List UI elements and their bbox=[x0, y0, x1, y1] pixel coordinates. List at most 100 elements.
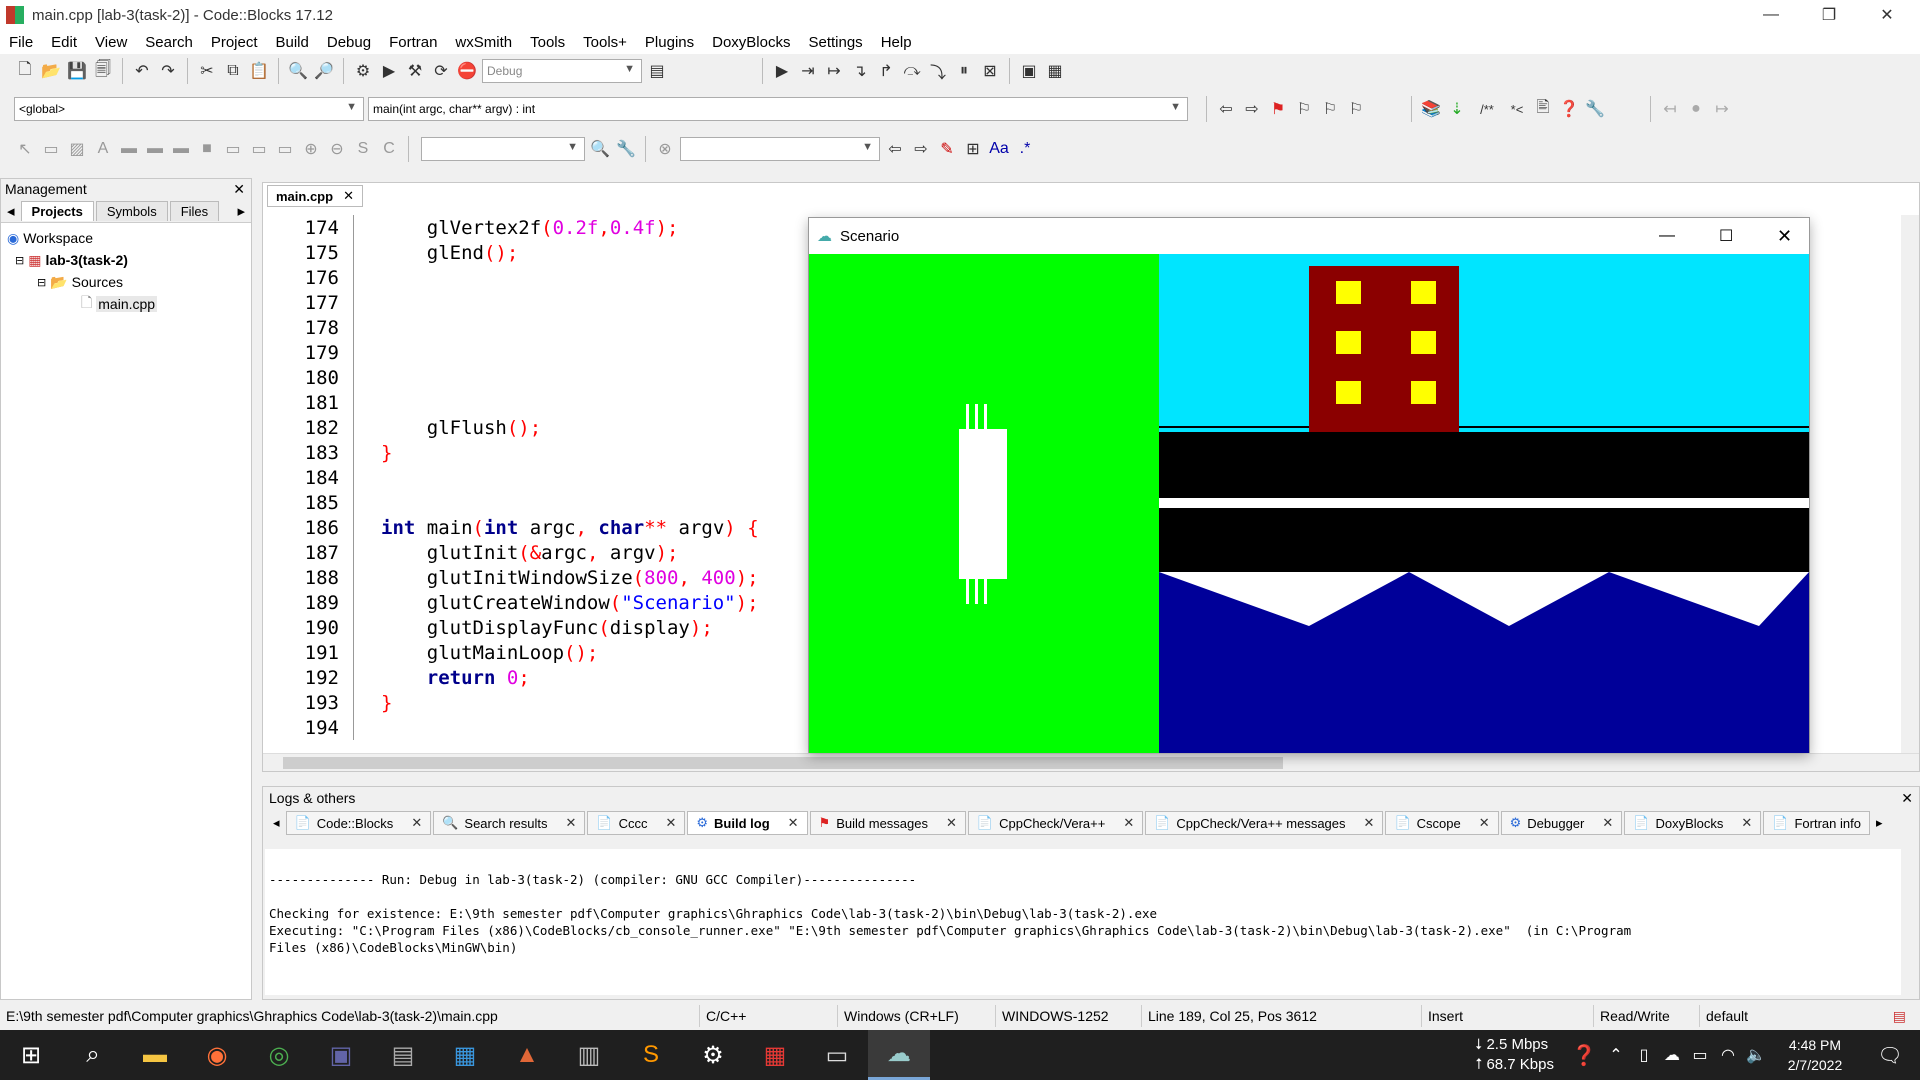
fold-margin[interactable] bbox=[353, 290, 377, 315]
logs-tab-cppcheck[interactable]: 📄 CppCheck/Vera++ ✕ bbox=[967, 811, 1144, 835]
close-icon[interactable]: ✕ bbox=[411, 815, 422, 831]
save-icon[interactable]: 💾 bbox=[66, 60, 88, 82]
menu-view[interactable]: View bbox=[86, 34, 136, 51]
logs-tab-cscope[interactable]: 📄 Cscope ✕ bbox=[1385, 811, 1499, 835]
sizer-box-icon[interactable]: ■ bbox=[196, 138, 218, 160]
fold-margin[interactable] bbox=[353, 615, 377, 640]
fold-margin[interactable] bbox=[353, 240, 377, 265]
menu-fortran[interactable]: Fortran bbox=[380, 34, 446, 51]
find-icon[interactable]: 🔍 bbox=[287, 60, 309, 82]
editor-vertical-scrollbar[interactable] bbox=[1901, 215, 1919, 755]
selected-only-icon[interactable]: ⊞ bbox=[962, 138, 984, 160]
bookmark-toggle-icon[interactable]: ⚑ bbox=[1267, 98, 1289, 120]
logs-tab-cccc[interactable]: 📄 Cccc ✕ bbox=[587, 811, 686, 835]
scenario-maximize-button[interactable]: ☐ bbox=[1719, 226, 1733, 246]
calculator-icon[interactable]: ▥ bbox=[558, 1030, 620, 1080]
collapse-icon[interactable]: ⊟ bbox=[37, 276, 46, 289]
build-log-text[interactable]: -------------- Run: Debug in lab-3(task-… bbox=[265, 849, 1901, 995]
fold-margin[interactable] bbox=[353, 340, 377, 365]
close-icon[interactable]: ✕ bbox=[1364, 815, 1375, 831]
bookmark-next-icon[interactable]: ⚐ bbox=[1319, 98, 1341, 120]
opengl-app-icon[interactable]: ☁ bbox=[868, 1030, 930, 1080]
menu-search[interactable]: Search bbox=[136, 34, 202, 51]
build-icon[interactable]: ⚙ bbox=[352, 60, 374, 82]
cloud-icon[interactable]: ☁ bbox=[1658, 1030, 1686, 1080]
fold-margin[interactable] bbox=[353, 265, 377, 290]
fold-margin[interactable] bbox=[353, 590, 377, 615]
fold-margin[interactable] bbox=[353, 390, 377, 415]
tab-scroll-left-icon[interactable]: ◂ bbox=[1, 202, 21, 220]
run-icon[interactable]: ▶ bbox=[378, 60, 400, 82]
match-case-icon[interactable]: Aa bbox=[988, 138, 1010, 160]
tree-workspace[interactable]: ◉ Workspace bbox=[7, 227, 245, 249]
new-file-icon[interactable]: 🗋 bbox=[14, 60, 36, 82]
logs-tab-search-results[interactable]: 🔍 Search results ✕ bbox=[433, 811, 586, 835]
fold-margin[interactable] bbox=[353, 565, 377, 590]
close-icon[interactable]: ✕ bbox=[1123, 815, 1134, 831]
close-icon[interactable]: ✕ bbox=[1741, 815, 1752, 831]
tree-folder-sources[interactable]: ⊟ 📂 Sources bbox=[7, 271, 245, 293]
fold-margin[interactable] bbox=[353, 465, 377, 490]
fold-margin[interactable] bbox=[353, 415, 377, 440]
line-comment-icon[interactable]: *< bbox=[1506, 98, 1528, 120]
c-icon[interactable]: C bbox=[378, 138, 400, 160]
menu-tools-plus[interactable]: Tools+ bbox=[574, 34, 636, 51]
pointer-icon[interactable]: ↖ bbox=[14, 138, 36, 160]
step-into-icon[interactable]: ↴ bbox=[849, 60, 871, 82]
menu-debug[interactable]: Debug bbox=[318, 34, 380, 51]
sizer-v-icon[interactable]: ▬ bbox=[144, 138, 166, 160]
chm-help-icon[interactable]: ❓ bbox=[1558, 98, 1580, 120]
tab-symbols[interactable]: Symbols bbox=[95, 200, 168, 221]
close-icon[interactable]: ✕ bbox=[665, 815, 676, 831]
terminal-icon[interactable]: ▭ bbox=[806, 1030, 868, 1080]
block-comment-icon[interactable]: /** bbox=[1472, 98, 1502, 120]
paste-icon[interactable]: 📋 bbox=[248, 60, 270, 82]
fold-margin[interactable] bbox=[353, 640, 377, 665]
search-go-icon[interactable]: 🔍 bbox=[589, 138, 611, 160]
collapse-icon[interactable]: ⊟ bbox=[15, 254, 24, 267]
doxy-config-icon[interactable]: 🔧 bbox=[1584, 98, 1606, 120]
panel-2-icon[interactable]: ▭ bbox=[248, 138, 270, 160]
menu-plugins[interactable]: Plugins bbox=[636, 34, 703, 51]
app-icon[interactable]: ▤ bbox=[372, 1030, 434, 1080]
image-icon[interactable]: ▨ bbox=[66, 138, 88, 160]
editor-horizontal-scrollbar[interactable] bbox=[263, 753, 1919, 771]
scenario-minimize-button[interactable]: — bbox=[1659, 227, 1675, 245]
close-icon[interactable]: ✕ bbox=[566, 815, 577, 831]
jump-back-icon[interactable]: ⇦ bbox=[1215, 98, 1237, 120]
regex-icon[interactable]: .* bbox=[1014, 138, 1036, 160]
close-icon[interactable]: ✕ bbox=[1602, 815, 1613, 831]
notification-icon[interactable]: 🗨 bbox=[1860, 1030, 1920, 1080]
wifi-icon[interactable]: ◠ bbox=[1714, 1030, 1742, 1080]
clock[interactable]: 4:48 PM 2/7/2022 bbox=[1770, 1035, 1860, 1075]
next-line-icon[interactable]: ↦ bbox=[823, 60, 845, 82]
logs-tab-build-log[interactable]: ⚙ Build log ✕ bbox=[687, 811, 808, 835]
logs-tab-scroll-right-icon[interactable]: ▸ bbox=[1872, 815, 1887, 831]
fold-margin[interactable] bbox=[353, 440, 377, 465]
logs-tab-cppcheck-messages[interactable]: 📄 CppCheck/Vera++ messages ✕ bbox=[1145, 811, 1384, 835]
zoom-out-icon[interactable]: ⊖ bbox=[326, 138, 348, 160]
sizer-h-icon[interactable]: ▬ bbox=[118, 138, 140, 160]
panel-1-icon[interactable]: ▭ bbox=[222, 138, 244, 160]
search-settings-icon[interactable]: 🔧 bbox=[615, 138, 637, 160]
fold-margin[interactable] bbox=[353, 215, 377, 240]
restore-button[interactable]: ❐ bbox=[1800, 0, 1858, 30]
panel-3-icon[interactable]: ▭ bbox=[274, 138, 296, 160]
menu-help[interactable]: Help bbox=[872, 34, 921, 51]
fold-margin[interactable] bbox=[353, 690, 377, 715]
bookmark-clear-icon[interactable]: ⚐ bbox=[1345, 98, 1367, 120]
tab-close-icon[interactable]: ✕ bbox=[343, 188, 354, 204]
find-next-icon[interactable]: ⇨ bbox=[910, 138, 932, 160]
fold-margin[interactable] bbox=[353, 665, 377, 690]
firefox-icon[interactable]: ◉ bbox=[186, 1030, 248, 1080]
menu-build[interactable]: Build bbox=[267, 34, 318, 51]
chevron-up-icon[interactable]: ⌃ bbox=[1602, 1030, 1630, 1080]
tab-scroll-right-icon[interactable]: ▸ bbox=[231, 202, 251, 220]
menu-edit[interactable]: Edit bbox=[42, 34, 86, 51]
doxy-run-icon[interactable]: ⇣ bbox=[1446, 98, 1468, 120]
debug-windows-icon[interactable]: ▣ bbox=[1018, 60, 1040, 82]
stop-debug-icon[interactable]: ⊠ bbox=[979, 60, 1001, 82]
help-icon[interactable]: ❓ bbox=[1566, 1030, 1602, 1080]
menu-doxyblocks[interactable]: DoxyBlocks bbox=[703, 34, 799, 51]
menu-wxsmith[interactable]: wxSmith bbox=[446, 34, 521, 51]
